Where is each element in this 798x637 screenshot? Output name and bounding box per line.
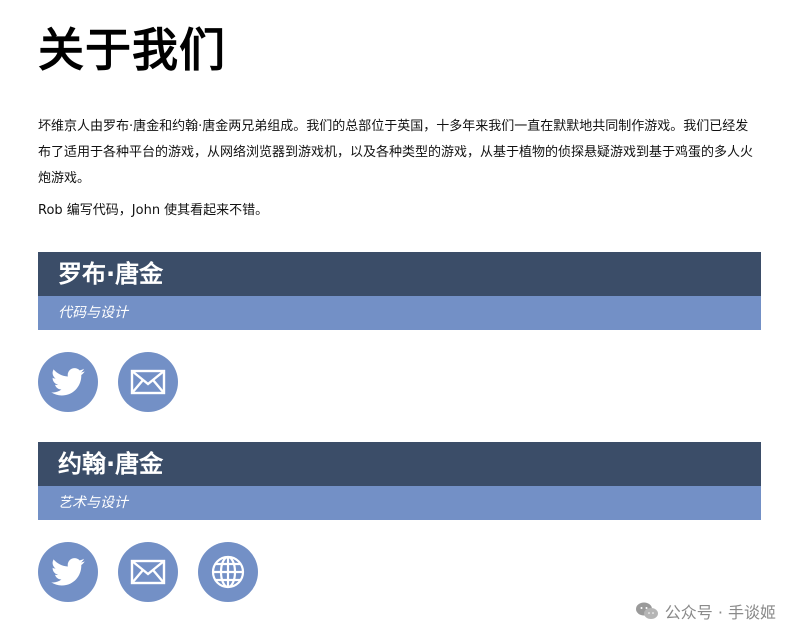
page-title: 关于我们 xyxy=(38,23,226,77)
member-card-rob: 罗布·唐金 代码与设计 xyxy=(38,252,761,330)
wechat-icon xyxy=(635,602,658,619)
about-page: 关于我们 坏维京人由罗布·唐金和约翰·唐金两兄弟组成。我们的总部位于英国，十多年… xyxy=(38,0,761,602)
twitter-link-button[interactable] xyxy=(38,542,98,602)
watermark: 公众号 · 手谈姬 xyxy=(635,599,776,623)
member-links-rob xyxy=(38,352,761,412)
email-link-button[interactable] xyxy=(118,352,178,412)
email-link-button[interactable] xyxy=(118,542,178,602)
twitter-link-button[interactable] xyxy=(38,352,98,412)
mail-icon xyxy=(130,369,166,395)
member-name: 约翰·唐金 xyxy=(38,442,761,486)
member-role: 艺术与设计 xyxy=(38,486,761,520)
member-card-john: 约翰·唐金 艺术与设计 xyxy=(38,442,761,520)
member-name: 罗布·唐金 xyxy=(38,252,761,296)
member-role: 代码与设计 xyxy=(38,296,761,330)
intro-paragraph-2: Rob 编写代码，John 使其看起来不错。 xyxy=(38,203,269,218)
globe-icon xyxy=(211,555,245,589)
twitter-icon xyxy=(51,368,85,396)
mail-icon xyxy=(130,559,166,585)
member-links-john xyxy=(38,542,761,602)
watermark-text: 公众号 · 手谈姬 xyxy=(664,603,776,622)
intro-paragraph: 坏维京人由罗布·唐金和约翰·唐金两兄弟组成。我们的总部位于英国，十多年来我们一直… xyxy=(38,119,754,186)
twitter-icon xyxy=(51,558,85,586)
website-link-button[interactable] xyxy=(198,542,258,602)
